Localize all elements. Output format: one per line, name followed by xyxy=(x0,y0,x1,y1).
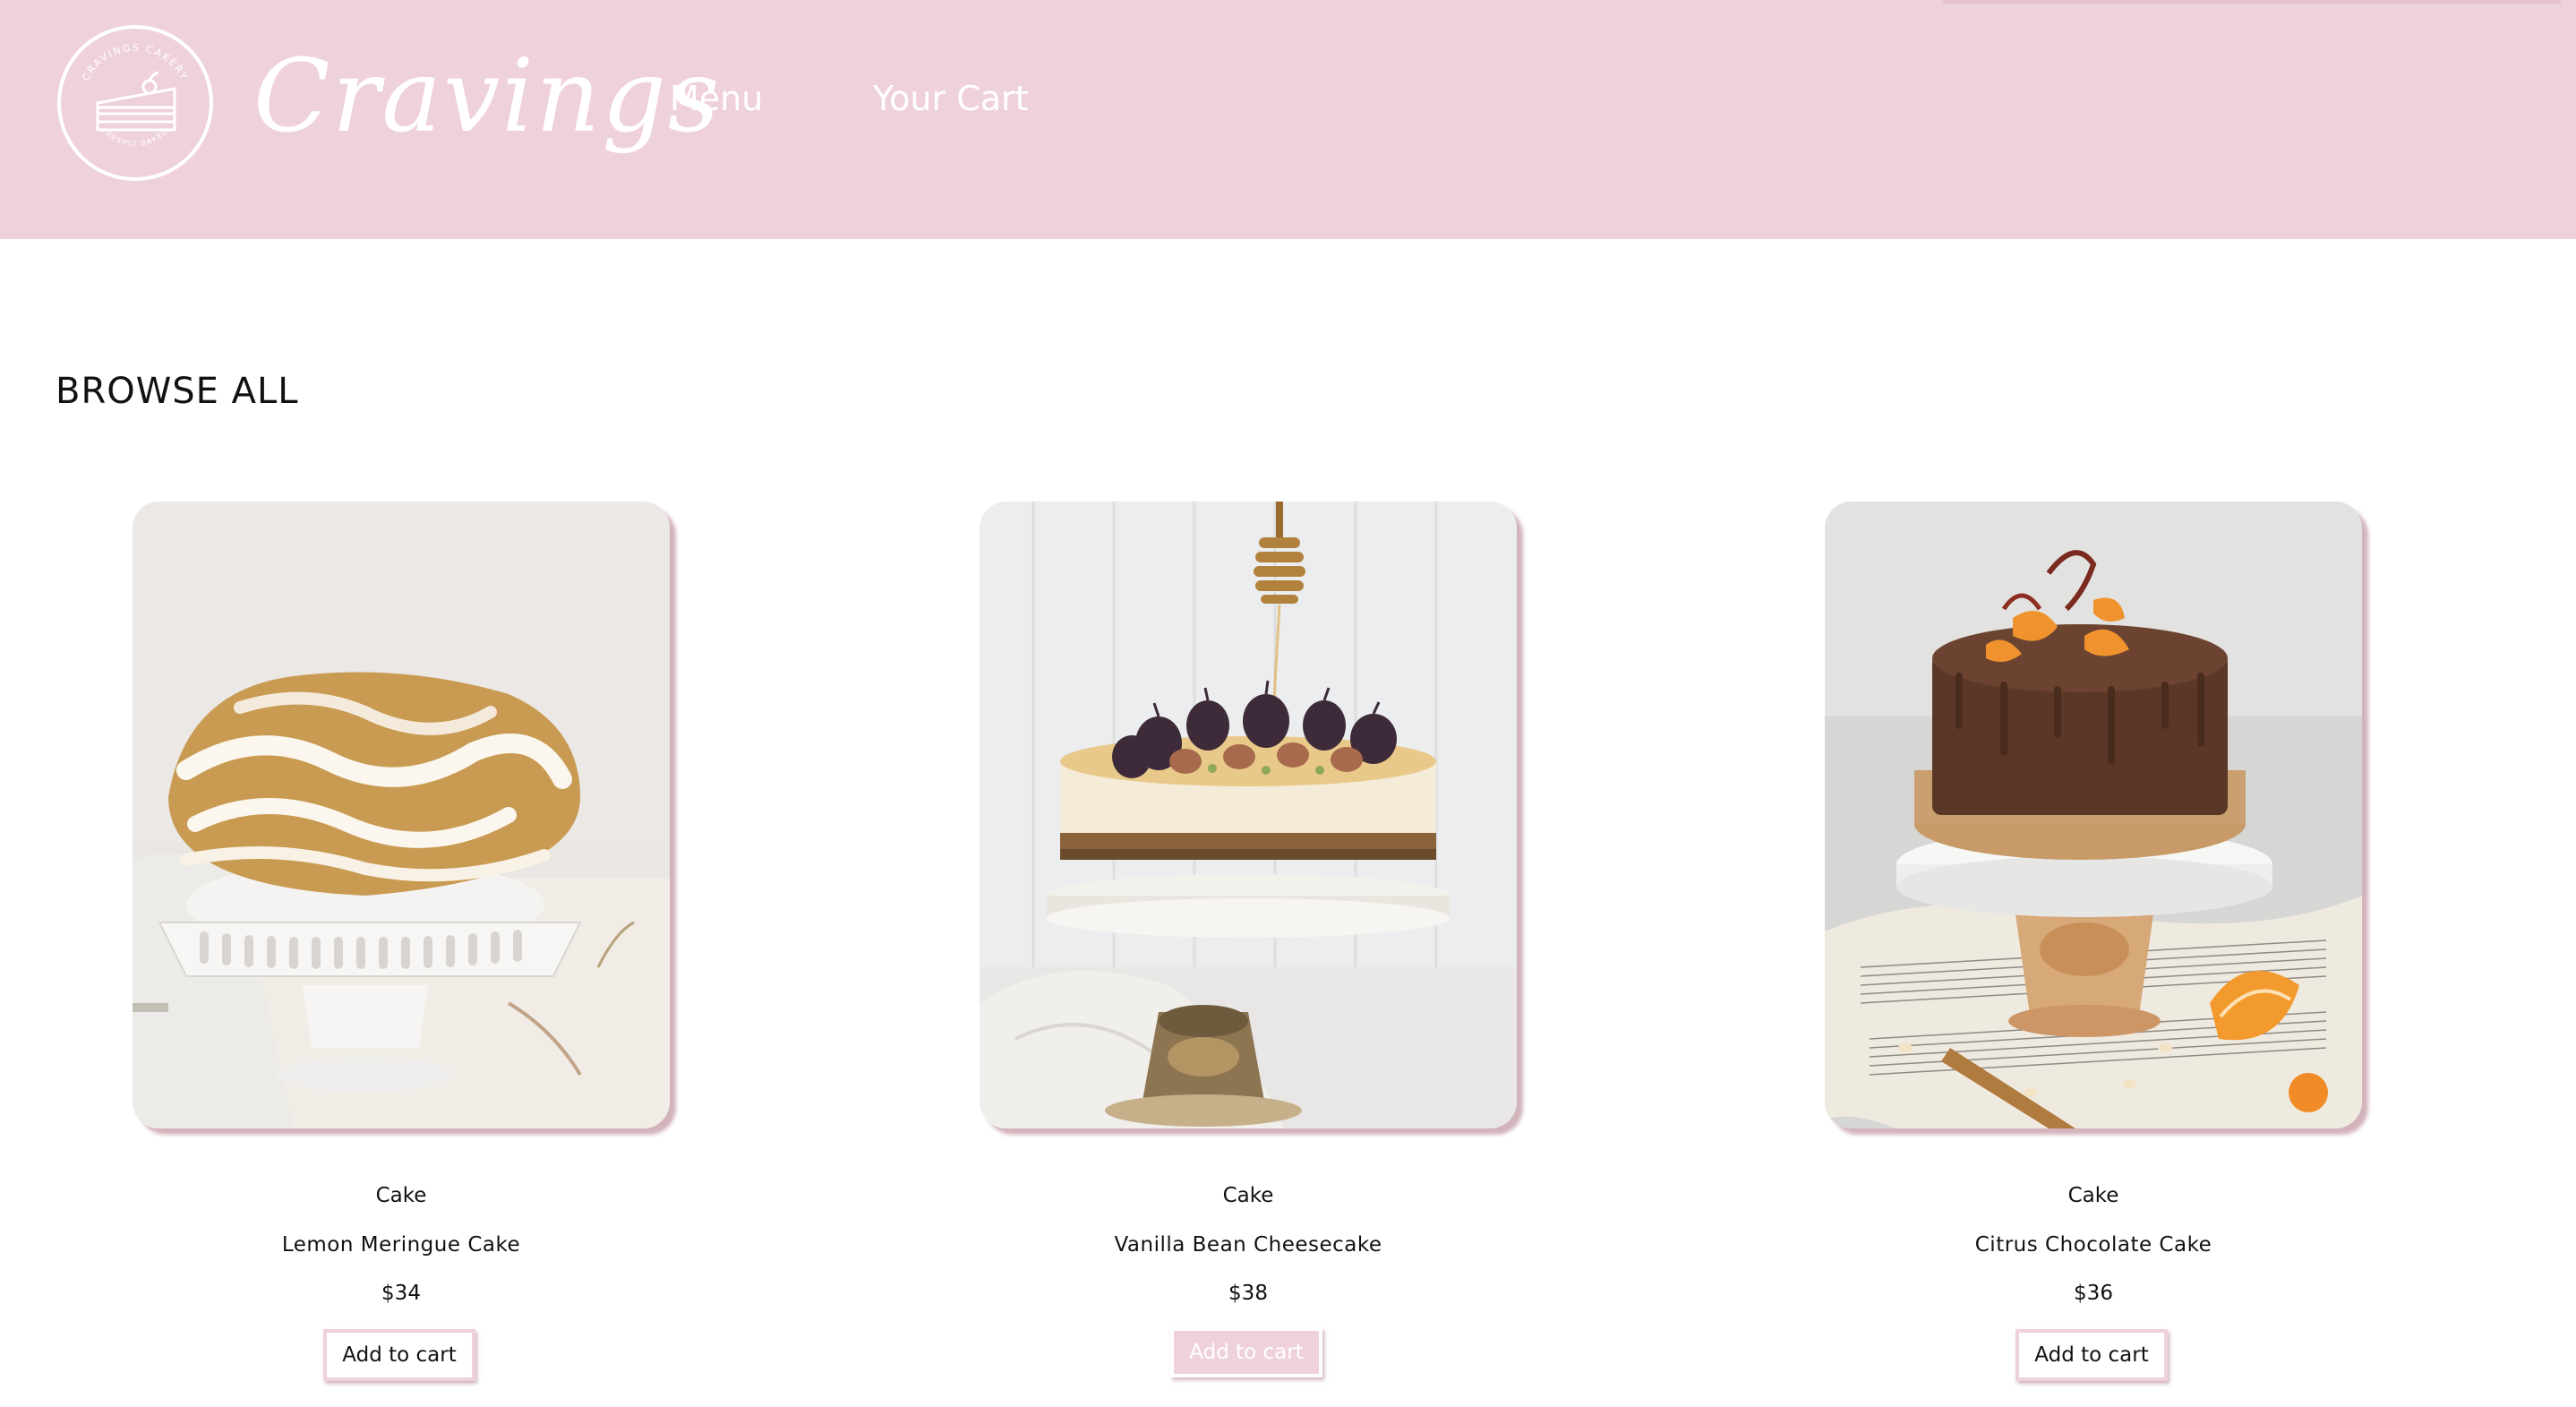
product-image[interactable] xyxy=(1825,502,2362,1128)
vanilla-bean-cheesecake-image xyxy=(980,502,1517,1128)
site-header: CRAVINGS CAKERY FRESHLY BAKED Cravings M… xyxy=(0,0,2576,239)
nav-your-cart[interactable]: Your Cart xyxy=(873,79,1029,118)
product-card: Cake Lemon Meringue Cake $34 Add to cart xyxy=(133,502,679,1388)
product-category: Cake xyxy=(1222,1184,1274,1207)
product-name: Vanilla Bean Cheesecake xyxy=(1114,1233,1382,1257)
product-category: Cake xyxy=(375,1184,427,1207)
logo-badge[interactable]: CRAVINGS CAKERY FRESHLY BAKED xyxy=(56,24,214,182)
product-image[interactable] xyxy=(133,502,670,1128)
section-title: BROWSE ALL xyxy=(56,371,299,412)
logo-ring-text-top: CRAVINGS CAKERY xyxy=(80,42,189,83)
product-card: Cake Vanilla Bean Cheesecake $38 Add to … xyxy=(980,502,1526,1388)
brand-name: Cravings xyxy=(253,39,722,155)
product-price: $38 xyxy=(1228,1282,1268,1305)
nav-menu[interactable]: Menu xyxy=(670,79,763,118)
product-card: Cake Citrus Chocolate Cake $36 Add to ca… xyxy=(1825,502,2371,1388)
add-to-cart-button[interactable]: Add to cart xyxy=(2015,1329,2168,1381)
product-name: Lemon Meringue Cake xyxy=(281,1233,521,1257)
product-image[interactable] xyxy=(980,502,1517,1128)
citrus-chocolate-cake-image xyxy=(1825,502,2362,1128)
product-category: Cake xyxy=(2067,1184,2119,1207)
svg-text:CRAVINGS CAKERY: CRAVINGS CAKERY xyxy=(80,42,191,83)
lemon-meringue-cake-image xyxy=(133,502,670,1128)
brand-logo[interactable]: Cravings xyxy=(253,34,719,177)
add-to-cart-button[interactable]: Add to cart xyxy=(323,1329,475,1381)
add-to-cart-button[interactable]: Add to cart xyxy=(1170,1327,1322,1377)
product-price: $34 xyxy=(381,1282,421,1305)
cake-slice-icon: CRAVINGS CAKERY FRESHLY BAKED xyxy=(57,25,213,181)
product-price: $36 xyxy=(2074,1282,2113,1305)
header-top-line xyxy=(1943,0,2561,4)
product-name: Citrus Chocolate Cake xyxy=(1974,1233,2212,1257)
